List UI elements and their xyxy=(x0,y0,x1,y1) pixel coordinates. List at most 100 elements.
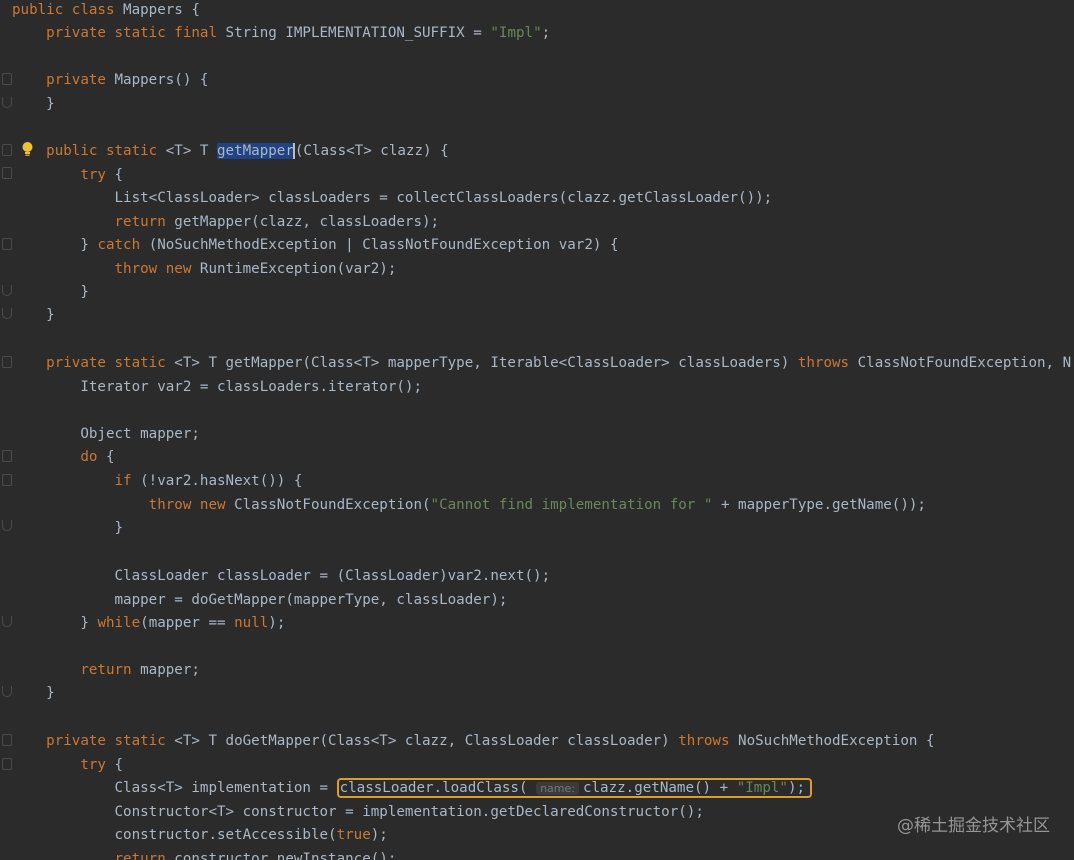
code-text: (Class<T> clazz) { xyxy=(294,143,449,159)
selected-text[interactable]: getMapper xyxy=(217,143,294,159)
code-line: private static <T> T getMapper(Class<T> … xyxy=(12,352,1071,374)
keyword: do xyxy=(80,449,98,465)
keyword: public class xyxy=(12,2,115,18)
fold-marker[interactable] xyxy=(2,144,12,156)
code-text: } xyxy=(80,284,89,300)
fold-marker[interactable] xyxy=(2,758,12,770)
keyword: public static xyxy=(46,143,158,159)
fold-end-marker[interactable] xyxy=(2,285,12,296)
fold-end-marker[interactable] xyxy=(2,686,12,697)
string-literal: "Impl" xyxy=(736,780,788,796)
code-line: mapper = doGetMapper(mapperType, classLo… xyxy=(12,589,508,611)
keyword: try xyxy=(80,167,106,183)
keyword: throw new xyxy=(114,261,192,277)
fold-marker[interactable] xyxy=(2,734,12,746)
keyword: return xyxy=(114,851,166,860)
fold-end-marker[interactable] xyxy=(2,616,12,627)
code-text: getMapper(clazz, classLoaders); xyxy=(165,214,440,230)
code-line: private static final String IMPLEMENTATI… xyxy=(12,22,550,44)
code-text: ClassNotFoundException, N xyxy=(849,355,1072,371)
fold-marker[interactable] xyxy=(2,450,12,462)
keyword: try xyxy=(80,757,106,773)
code-text: NoSuchMethodException { xyxy=(729,733,935,749)
code-line: if (!var2.hasNext()) { xyxy=(12,470,303,492)
code-text: ClassNotFoundException( xyxy=(225,497,431,513)
code-text: } xyxy=(80,615,98,631)
code-text: constructor.newInstance(); xyxy=(165,851,397,860)
code-editor[interactable]: public class Mappers { private static fi… xyxy=(0,0,1074,860)
keyword: if xyxy=(114,473,132,489)
code-text: } xyxy=(114,520,124,536)
fold-end-marker[interactable] xyxy=(2,308,12,319)
code-line: } xyxy=(12,682,55,704)
fold-marker[interactable] xyxy=(2,167,12,179)
code-text: Constructor<T> constructor = implementat… xyxy=(114,804,704,820)
code-text: Class<T> implementation = xyxy=(114,780,337,796)
code-text: Object mapper; xyxy=(80,426,200,442)
code-text: ClassLoader classLoader = (ClassLoader)v… xyxy=(114,568,551,584)
code-text: <T> T doGetMapper(Class<T> clazz, ClassL… xyxy=(165,733,679,749)
code-text: Mappers { xyxy=(114,2,200,18)
code-text: } xyxy=(46,307,55,323)
code-text: ); xyxy=(370,827,388,843)
code-line: try { xyxy=(12,754,123,776)
code-line: } while(mapper == null); xyxy=(12,612,285,634)
keyword: throw new xyxy=(148,497,226,513)
code-line: Class<T> implementation = classLoader.lo… xyxy=(12,777,813,799)
code-line: try { xyxy=(12,164,123,186)
keyword: private static final xyxy=(46,25,218,41)
code-text: } xyxy=(46,96,55,112)
keyword: null xyxy=(234,615,269,631)
fold-marker[interactable] xyxy=(2,474,12,486)
fold-marker[interactable] xyxy=(2,356,12,368)
keyword: throws xyxy=(678,733,730,749)
keyword: while xyxy=(97,615,141,631)
code-text: (mapper == xyxy=(140,615,235,631)
code-line: do { xyxy=(12,446,114,468)
code-line: Constructor<T> constructor = implementat… xyxy=(12,801,704,823)
code-area[interactable]: public class Mappers { private static fi… xyxy=(12,0,1074,860)
keyword: private static xyxy=(46,355,166,371)
code-text: Iterator var2 = classLoaders.iterator(); xyxy=(80,379,423,395)
keyword: true xyxy=(336,827,371,843)
code-text: Mappers() { xyxy=(105,72,209,88)
code-text: (!var2.hasNext()) { xyxy=(131,473,303,489)
string-literal: "Cannot find implementation for " xyxy=(430,497,713,513)
string-literal: "Impl" xyxy=(490,25,542,41)
code-text: String IMPLEMENTATION_SUFFIX = xyxy=(217,25,491,41)
code-line: } xyxy=(12,281,89,303)
code-text: ; xyxy=(541,25,551,41)
keyword: return xyxy=(80,662,132,678)
keyword: return xyxy=(114,214,166,230)
code-text: { xyxy=(105,167,124,183)
highlighted-expression-box[interactable]: classLoader.loadClass( name: clazz.getNam… xyxy=(336,778,813,798)
code-line: throw new ClassNotFoundException("Cannot… xyxy=(12,494,926,516)
fold-marker[interactable] xyxy=(2,73,12,85)
code-text: ); xyxy=(268,615,286,631)
code-line: ClassLoader classLoader = (ClassLoader)v… xyxy=(12,565,551,587)
fold-marker[interactable] xyxy=(2,238,12,250)
fold-end-marker[interactable] xyxy=(2,520,12,531)
parameter-name-hint: name: xyxy=(536,782,579,795)
keyword: private xyxy=(46,72,106,88)
fold-end-marker[interactable] xyxy=(2,97,12,108)
code-text: { xyxy=(105,757,124,773)
